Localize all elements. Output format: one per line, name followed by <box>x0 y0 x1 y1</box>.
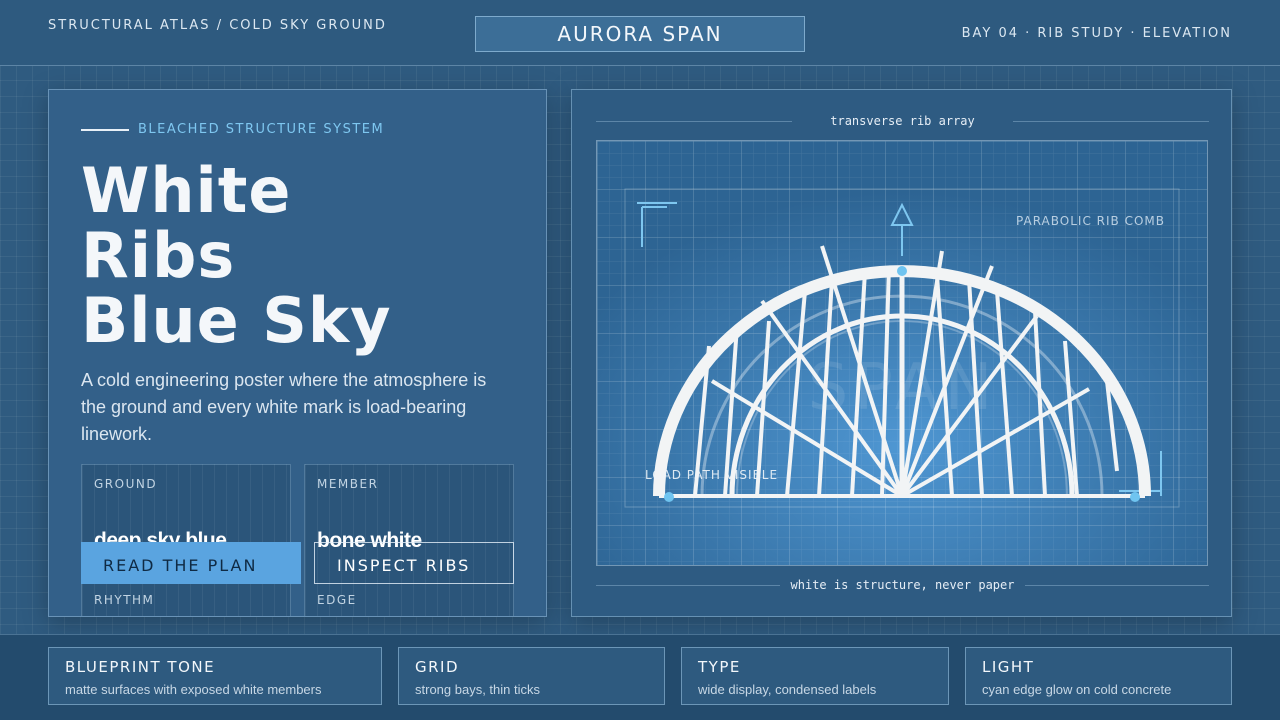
eyebrow: BLEACHED STRUCTURE SYSTEM <box>138 122 385 137</box>
left-support-node <box>664 492 674 502</box>
top-bar: STRUCTURAL ATLAS / COLD SKY GROUND AUROR… <box>0 0 1280 66</box>
read-the-plan-button[interactable]: READ THE PLAN <box>81 542 301 584</box>
hero-panel: BLEACHED STRUCTURE SYSTEM White Ribs Blu… <box>48 89 547 617</box>
diagram-caption-top: transverse rib array <box>830 114 975 128</box>
eyebrow-rule <box>81 129 129 131</box>
feature-title: GRID <box>415 658 460 676</box>
spec-card-ground: GROUND deep sky blue RHYTHM <box>81 464 291 616</box>
brand-title: AURORA SPAN <box>557 22 723 46</box>
apex-node <box>897 266 907 276</box>
feature-card-light: LIGHT cyan edge glow on cold concrete <box>965 647 1232 705</box>
feature-title: BLUEPRINT TONE <box>65 658 216 676</box>
feature-desc: wide display, condensed labels <box>698 682 877 697</box>
feature-desc: cyan edge glow on cold concrete <box>982 682 1172 697</box>
headline-line-2: Ribs <box>81 219 236 292</box>
feature-band: BLUEPRINT TONE matte surfaces with expos… <box>0 634 1280 720</box>
lede: A cold engineering poster where the atmo… <box>81 370 487 444</box>
feature-card-blueprint-tone: BLUEPRINT TONE matte surfaces with expos… <box>48 647 382 705</box>
feature-title: TYPE <box>698 658 741 676</box>
spec-label: GROUND <box>94 477 158 491</box>
feature-card-grid: GRID strong bays, thin ticks <box>398 647 665 705</box>
diagram-panel: transverse rib array SPAN PARABOLIC RIB … <box>571 89 1232 617</box>
spec-card-member: MEMBER bone white EDGE <box>304 464 514 616</box>
spec-label-secondary: EDGE <box>317 593 357 607</box>
headline-line-1: White <box>81 154 292 227</box>
breadcrumb: STRUCTURAL ATLAS / COLD SKY GROUND <box>48 18 387 33</box>
diagram-caption-bottom: white is structure, never paper <box>790 578 1015 592</box>
feature-title: LIGHT <box>982 658 1035 676</box>
headline-line-3: Blue Sky <box>81 284 392 357</box>
spec-label-secondary: RHYTHM <box>94 593 155 607</box>
right-support-node <box>1130 492 1140 502</box>
inspect-ribs-button[interactable]: INSPECT RIBS <box>314 542 514 584</box>
rib-elevation-drawing: SPAN PARABOLIC RIB COMB LOAD PATH VISIBL… <box>596 140 1208 566</box>
feature-card-type: TYPE wide display, condensed labels <box>681 647 949 705</box>
sheet-meta: BAY 04 · RIB STUDY · ELEVATION <box>961 26 1232 41</box>
brand-box: AURORA SPAN <box>475 16 805 52</box>
rib-elevation-svg: SPAN PARABOLIC RIB COMB LOAD PATH VISIBL… <box>597 141 1207 565</box>
feature-desc: matte surfaces with exposed white member… <box>65 682 322 697</box>
headline: White Ribs Blue Sky <box>81 158 392 353</box>
feature-desc: strong bays, thin ticks <box>415 682 540 697</box>
label-load-path: LOAD PATH VISIBLE <box>645 468 778 482</box>
label-rib-comb: PARABOLIC RIB COMB <box>1016 214 1165 228</box>
spec-label: MEMBER <box>317 477 379 491</box>
